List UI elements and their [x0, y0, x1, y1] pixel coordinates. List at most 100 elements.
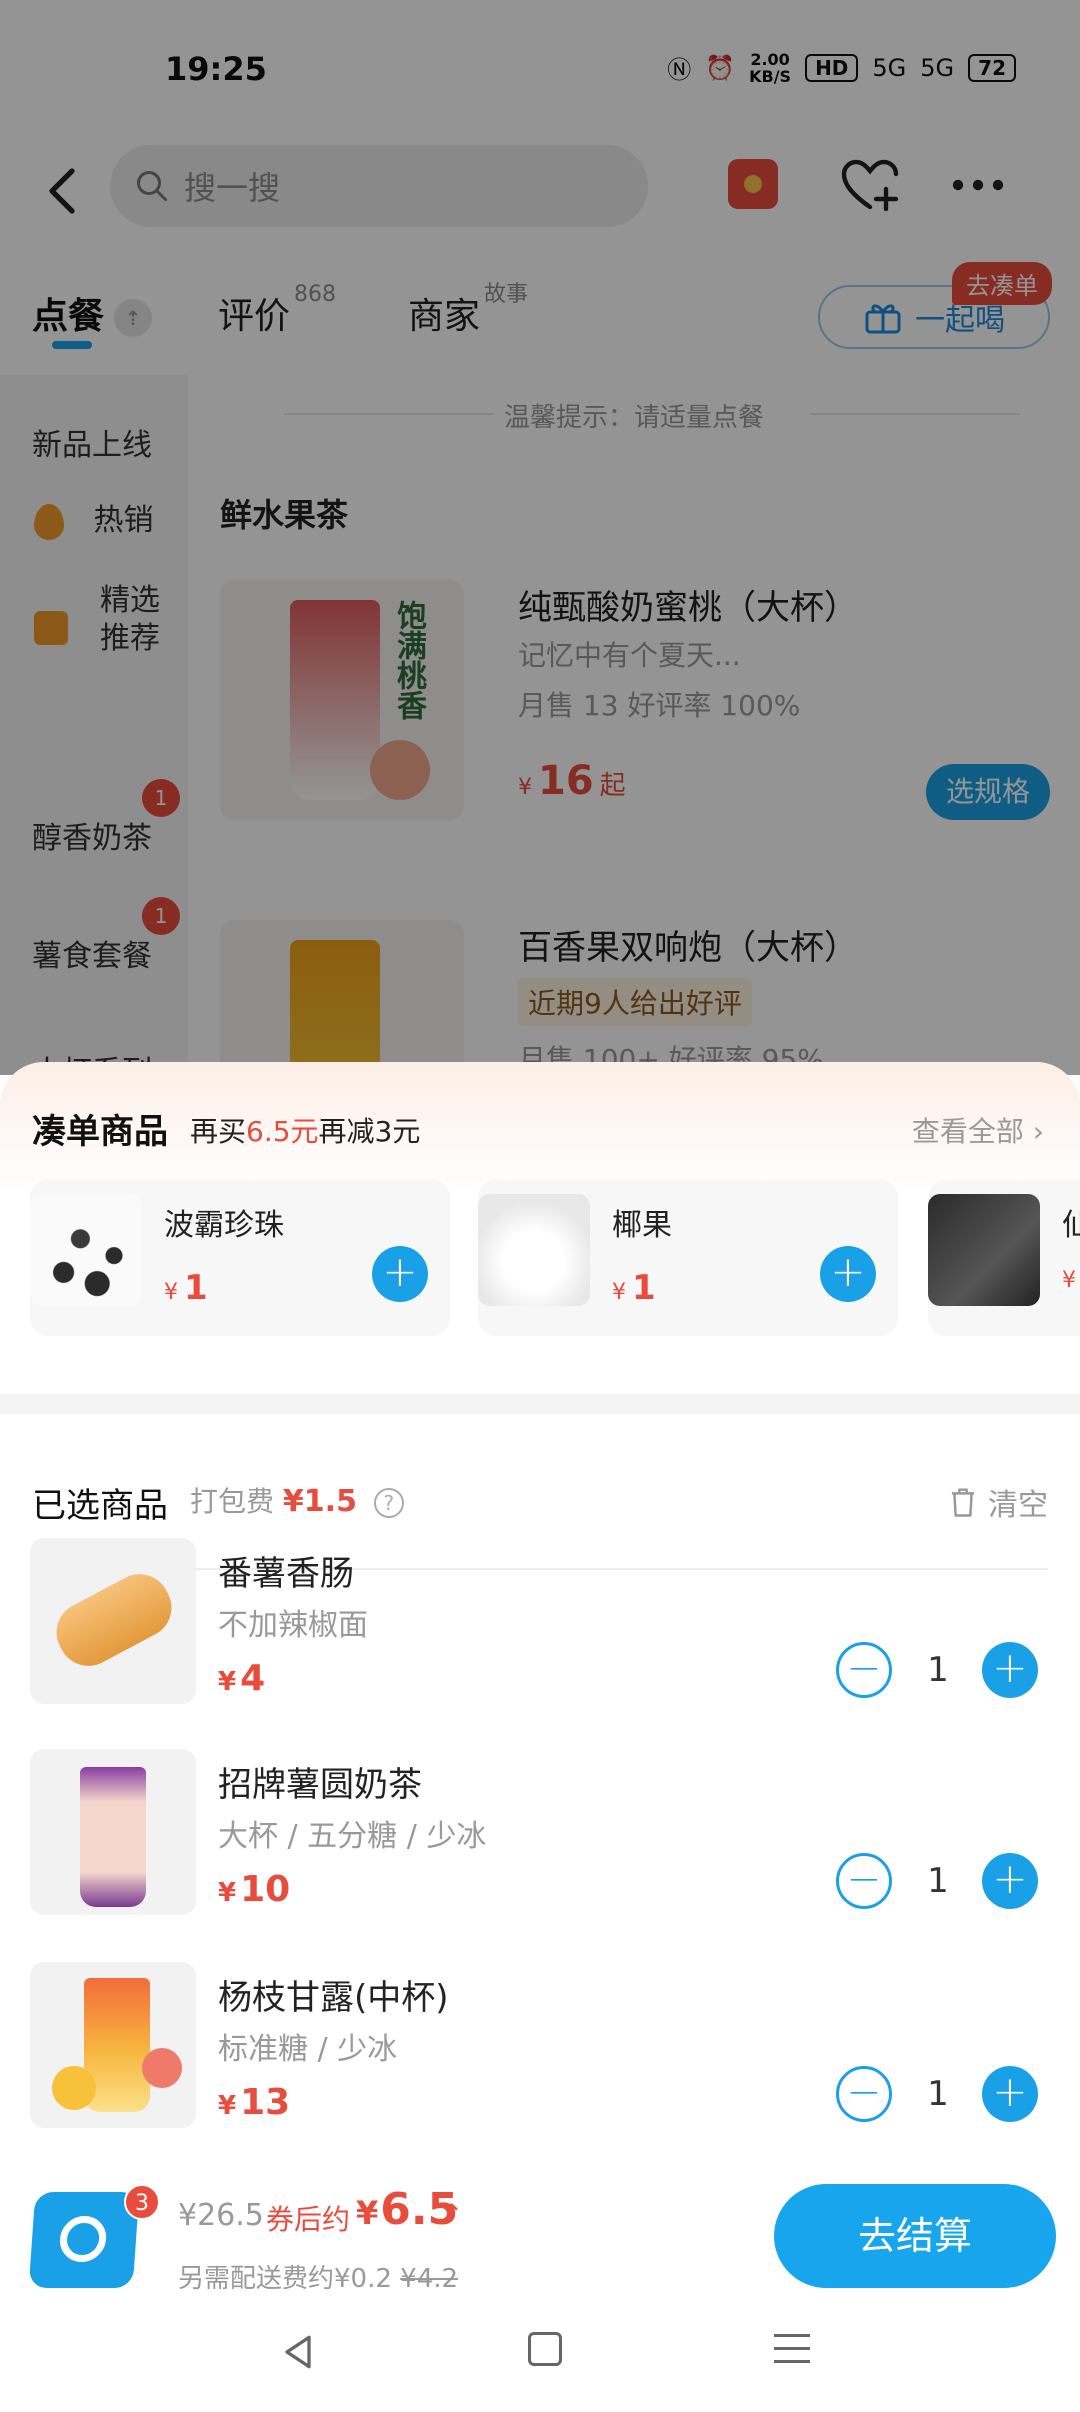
red-packet-icon[interactable] [728, 159, 778, 209]
chevron-up-icon[interactable]: ⌃ [440, 2198, 463, 2231]
gift-icon [865, 304, 901, 334]
status-icons: Ⓝ ⏰ 2.00 KB/S HD 5G 5G 72 [667, 50, 1016, 85]
promo-amount: 6.5元 [246, 1115, 319, 1148]
price-value: 1 [184, 1268, 208, 1308]
cart-item: 杨枝甘露(中杯) 标准糖 / 少冰 ¥13 − 1 + [0, 1962, 1080, 2162]
currency: ¥ [218, 2091, 237, 2121]
currency: ¥ [518, 775, 532, 800]
increase-qty-button[interactable]: + [982, 2066, 1038, 2122]
product-name: 百香果双响炮（大杯） [518, 928, 858, 968]
addon-name: 波霸珍珠 [164, 1208, 284, 1243]
item-quantity: 1 [927, 1861, 949, 1901]
nav-home-icon[interactable] [528, 2332, 562, 2366]
tab-order-label: 点餐 [32, 296, 105, 337]
category-hot[interactable]: 热销 [34, 495, 184, 540]
currency: ¥ [1062, 1268, 1076, 1293]
category-milk-tea[interactable]: 醇香奶茶 1 [32, 779, 182, 857]
packaging-amount: ¥1.5 [282, 1484, 357, 1519]
more-icon[interactable] [948, 155, 1008, 215]
price-value: 4 [240, 1658, 266, 1699]
help-icon[interactable]: ? [373, 1488, 404, 1518]
addon-header: 凑单商品 再买6.5元再减3元 查看全部 › [0, 1062, 1080, 1192]
category-count-badge: 1 [142, 779, 180, 817]
network-speed: 2.00 KB/S [749, 51, 791, 85]
back-arrow-icon[interactable] [40, 163, 88, 219]
choose-spec-button[interactable]: 选规格 [926, 764, 1050, 820]
add-addon-button[interactable]: + [372, 1246, 428, 1302]
menu-list: 温馨提示：请适量点餐 鲜水果茶 饱满桃香 纯甄酸奶蜜桃（大杯） 记忆中有个夏天.… [188, 375, 1080, 1160]
good-review-tag: 近期9人给出好评 [518, 978, 752, 1026]
addon-item-card[interactable]: 波霸珍珠 ¥1 + [30, 1180, 450, 1336]
nav-menu-icon[interactable] [774, 2334, 810, 2366]
addon-list: 波霸珍珠 ¥1 + 椰果 ¥1 + 仙 ¥ [0, 1180, 1080, 1392]
signal-5g-icon-1: 5G [872, 53, 907, 82]
clear-cart-button[interactable]: 清空 [948, 1480, 1048, 1524]
signal-5g-icon-2: 5G [920, 53, 955, 82]
item-image [30, 1962, 196, 2128]
search-bar[interactable]: 搜一搜 [110, 145, 648, 227]
addon-price: ¥1 [164, 1268, 208, 1308]
checkout-button[interactable]: 去结算 [774, 2184, 1056, 2288]
top-bar: 搜一搜 [0, 135, 1080, 245]
category-label: 热销 [93, 503, 154, 538]
addon-item-card[interactable]: 椰果 ¥1 + [478, 1180, 898, 1336]
item-options: 标准糖 / 少冰 [218, 2032, 398, 2067]
item-quantity: 1 [927, 1650, 949, 1690]
cart-logo [58, 2216, 108, 2262]
nav-back-icon[interactable] [276, 2330, 320, 2374]
product-name: 纯甄酸奶蜜桃（大杯） [518, 588, 858, 628]
currency: ¥ [218, 1878, 237, 1908]
delivery-original: ¥4.2 [400, 2264, 459, 2294]
tab-reviews[interactable]: 评价868 [218, 282, 336, 339]
currency: ¥ [218, 1667, 237, 1697]
add-on-badge: 去凑单 [952, 262, 1052, 305]
item-price: ¥13 [218, 2082, 290, 2123]
original-total: ¥26.5 [178, 2198, 264, 2233]
packaging-label: 打包费 [190, 1485, 275, 1518]
price-value: 13 [240, 2082, 291, 2123]
category-combo[interactable]: 薯食套餐 1 [32, 897, 182, 975]
addon-price: ¥ [1062, 1268, 1076, 1293]
item-name: 招牌薯圆奶茶 [218, 1765, 422, 1805]
increase-qty-button[interactable]: + [982, 1642, 1038, 1698]
category-new[interactable]: 新品上线 [32, 420, 182, 464]
speed-unit: KB/S [749, 66, 792, 86]
cart-icon[interactable] [28, 2192, 140, 2288]
decrease-qty-button[interactable]: − [836, 1642, 892, 1698]
favorite-add-icon[interactable] [838, 153, 902, 217]
pin-top-icon[interactable]: ⇡ [114, 299, 153, 337]
item-name: 杨枝甘露(中杯) [218, 1978, 449, 2018]
price-suffix: 起 [599, 771, 626, 801]
packaging-fee: 打包费 ¥1.5 ? [190, 1480, 404, 1520]
order-tip: 温馨提示：请适量点餐 [188, 397, 1080, 434]
grapefruit-graphic [142, 2048, 182, 2088]
image-slogan: 饱满桃香 [391, 600, 426, 720]
add-addon-button[interactable]: + [820, 1246, 876, 1302]
increase-qty-button[interactable]: + [982, 1853, 1038, 1909]
product-card[interactable]: 饱满桃香 纯甄酸奶蜜桃（大杯） 记忆中有个夏天... 月售 13 好评率 100… [220, 580, 1050, 820]
delivery-text: 另需配送费约¥0.2 [178, 2264, 392, 2294]
promo-prefix: 再买 [190, 1115, 247, 1148]
decrease-qty-button[interactable]: − [836, 2066, 892, 2122]
cart-item: 招牌薯圆奶茶 大杯 / 五分糖 / 少冰 ¥10 − 1 + [0, 1749, 1080, 1949]
item-price: ¥10 [218, 1869, 290, 1910]
tab-order[interactable]: 点餐 ⇡ [32, 287, 153, 339]
chevron-right-icon: › [1032, 1115, 1044, 1148]
thumbs-up-icon [34, 611, 68, 645]
product-desc: 记忆中有个夏天... [518, 639, 741, 672]
peach-graphic [370, 740, 430, 800]
reviews-count: 868 [294, 282, 337, 307]
addon-item-card[interactable]: 仙 ¥ [928, 1180, 1080, 1336]
status-time: 19:25 [165, 50, 267, 88]
delivery-fee: 另需配送费约¥0.2 ¥4.2 [178, 2258, 458, 2295]
decrease-qty-button[interactable]: − [836, 1853, 892, 1909]
selected-title: 已选商品 [32, 1486, 168, 1526]
item-name: 番薯香肠 [218, 1554, 354, 1594]
tab-merchant[interactable]: 商家故事 [408, 282, 528, 339]
mango-graphic [52, 2066, 96, 2110]
view-all-label: 查看全部 [911, 1115, 1024, 1148]
category-label: 薯食套餐 [32, 939, 152, 974]
item-quantity: 1 [927, 2074, 949, 2114]
addon-promo: 再买6.5元再减3元 [190, 1110, 420, 1150]
view-all-link[interactable]: 查看全部 › [912, 1110, 1044, 1150]
